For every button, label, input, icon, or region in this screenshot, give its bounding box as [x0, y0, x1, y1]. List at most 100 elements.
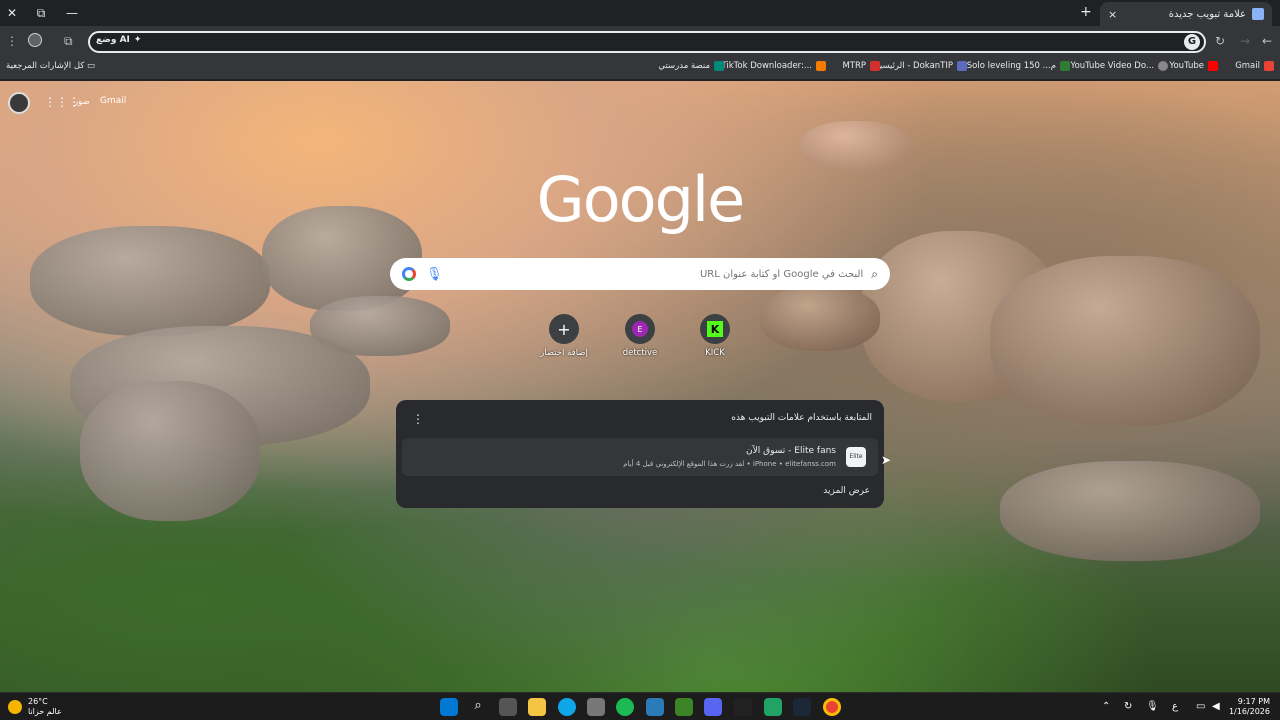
app-icon[interactable]: [734, 698, 752, 716]
bookmark-label: YouTube: [1169, 61, 1204, 71]
madrasati-icon: [714, 61, 724, 71]
folder-icon: ▭: [87, 61, 96, 71]
menu-icon[interactable]: ⋮: [6, 34, 18, 48]
edge-icon[interactable]: [558, 698, 576, 716]
volume-icon[interactable]: ◀: [1212, 701, 1220, 712]
more-options-icon[interactable]: ⋮: [412, 412, 424, 426]
close-tab-icon[interactable]: ×: [1108, 8, 1117, 21]
language-indicator[interactable]: ع: [1172, 701, 1178, 712]
minimize-window-button[interactable]: —: [62, 4, 82, 22]
start-icon[interactable]: [440, 698, 458, 716]
time: 9:17 PM: [1237, 697, 1270, 706]
toolbar: ⋮ ⧉ وضع AI ✦ G ↻ → ←: [0, 26, 1280, 56]
weather-desc: عالم حزانا: [28, 707, 62, 716]
chrome-icon[interactable]: [823, 698, 841, 716]
globe-icon: [1158, 61, 1168, 71]
weather-widget[interactable]: 26°C عالم حزانا: [8, 697, 62, 717]
bookmark-youtube-video-downloader[interactable]: YouTube Video Do...: [1070, 61, 1168, 71]
store-icon[interactable]: [587, 698, 605, 716]
bookmark-label: Gmail: [1235, 61, 1260, 71]
bookmark-label: TikTok Downloader:...: [721, 61, 812, 71]
close-window-button[interactable]: ✕: [2, 4, 22, 22]
new-tab-page: ⋮⋮⋮ صور Gmail Google 🎙 ⌕ + إضافة اختصار …: [0, 81, 1280, 692]
back-icon[interactable]: ←: [1262, 34, 1272, 48]
network-icon[interactable]: ▭: [1196, 701, 1205, 712]
taskbar: 26°C عالم حزانا ⌕ ⌃ ↻ 🎙 ع ▭ ◀ 9:17 PM 1/…: [0, 692, 1280, 720]
date: 1/16/2026: [1228, 707, 1270, 716]
bookmark-youtube[interactable]: YouTube: [1169, 61, 1218, 71]
weather-icon: [8, 700, 22, 714]
tab-new-tab[interactable]: علامة تبويب جديدة ×: [1100, 2, 1272, 26]
file-explorer-icon[interactable]: [528, 698, 546, 716]
forward-icon[interactable]: →: [1240, 34, 1250, 48]
google-lens-icon[interactable]: G: [1184, 34, 1200, 50]
address-bar[interactable]: وضع AI ✦ G: [88, 31, 1206, 53]
gmail-link[interactable]: Gmail: [100, 96, 126, 106]
reload-icon[interactable]: ↻: [1215, 34, 1225, 48]
temperature: 26°C: [28, 697, 48, 706]
shortcut-label: detctive: [622, 348, 658, 358]
google-logo: Google: [536, 163, 746, 236]
search-input[interactable]: [450, 268, 864, 280]
background-rock: [30, 226, 270, 336]
card-heading: المتابعة باستخدام علامات التبويب هذه: [731, 413, 872, 423]
ai-mode-button[interactable]: وضع AI ✦: [96, 35, 141, 45]
all-bookmarks-label: كل الإشارات المرجعية: [6, 61, 85, 71]
extensions-icon[interactable]: ⧉: [64, 34, 73, 49]
youtube-icon: [1208, 61, 1218, 71]
new-tab-button[interactable]: +: [1080, 4, 1092, 20]
tray-chevron-icon[interactable]: ⌃: [1102, 701, 1110, 712]
bookmark-mtrp[interactable]: MTRP: [842, 61, 880, 71]
images-link[interactable]: صور: [74, 97, 90, 107]
microphone-icon[interactable]: 🎙: [426, 267, 443, 282]
detctive-icon: E: [632, 321, 648, 337]
microphone-icon[interactable]: 🎙: [1146, 701, 1159, 712]
shortcut-add[interactable]: + إضافة اختصار: [534, 314, 594, 358]
account-avatar[interactable]: [8, 92, 30, 114]
minecraft-icon[interactable]: [675, 698, 693, 716]
discord-icon[interactable]: [704, 698, 722, 716]
shortcut-kick[interactable]: K KICK: [685, 314, 745, 358]
weather-text: 26°C عالم حزانا: [28, 697, 62, 717]
profile-avatar[interactable]: [28, 33, 42, 47]
sync-icon[interactable]: ↻: [1124, 701, 1132, 712]
background-rock: [80, 381, 260, 521]
elite-fans-icon: Elite: [846, 447, 866, 467]
bookmark-dokantip[interactable]: الرئيسية - DokanTIP: [875, 61, 967, 71]
shortcut-icon-circle: K: [700, 314, 730, 344]
continue-tabs-card: المتابعة باستخدام علامات التبويب هذه ⋮ E…: [396, 400, 884, 508]
show-more-button[interactable]: عرض المزيد: [823, 486, 870, 496]
tab-suggestion-item[interactable]: Elite Elite fans - تسوق الآن iPhone • el…: [402, 438, 878, 476]
bookmark-tiktok-downloader[interactable]: TikTok Downloader:...: [721, 61, 826, 71]
clock[interactable]: 9:17 PM 1/16/2026: [1229, 697, 1270, 717]
item-subtitle: iPhone • elitefanss.com • لقد زرت هذا ال…: [623, 460, 836, 468]
app-icon[interactable]: [764, 698, 782, 716]
mtrp-icon: [870, 61, 880, 71]
background-rock: [1000, 461, 1260, 561]
new-tab-icon: [1252, 8, 1264, 20]
bookmark-madrasati[interactable]: منصة مدرستي: [658, 61, 724, 71]
steam-icon[interactable]: [793, 698, 811, 716]
bookmark-label: YouTube Video Do...: [1070, 61, 1155, 71]
all-bookmarks-button[interactable]: كل الإشارات المرجعية ▭: [6, 61, 95, 71]
search-icon: ⌕: [871, 266, 878, 281]
spotify-icon[interactable]: [616, 698, 634, 716]
bookmarks-bar: كل الإشارات المرجعية ▭ Gmail YouTube You…: [0, 56, 1280, 80]
tab-strip: ✕ ⧉ — + علامة تبويب جديدة ×: [0, 0, 1280, 26]
bookmark-solo-leveling[interactable]: Solo leveling 150 ...م: [967, 61, 1070, 71]
shortcut-detctive[interactable]: E detctive: [610, 314, 670, 358]
mouse-cursor-icon: ➤: [881, 453, 892, 467]
shortcut-label: KICK: [705, 348, 725, 358]
search-box[interactable]: 🎙 ⌕: [390, 258, 890, 290]
app-icon[interactable]: [646, 698, 664, 716]
manga-icon: [1060, 61, 1070, 71]
bookmark-gmail[interactable]: Gmail: [1235, 61, 1274, 71]
search-spark-icon: ✦: [133, 35, 142, 45]
tab-title: علامة تبويب جديدة: [1168, 8, 1246, 20]
google-lens-icon[interactable]: [402, 267, 416, 281]
kick-icon: K: [707, 321, 723, 337]
search-icon[interactable]: ⌕: [469, 698, 487, 716]
task-view-icon[interactable]: [499, 698, 517, 716]
ai-mode-label: وضع AI: [96, 35, 130, 45]
restore-window-button[interactable]: ⧉: [31, 4, 51, 22]
